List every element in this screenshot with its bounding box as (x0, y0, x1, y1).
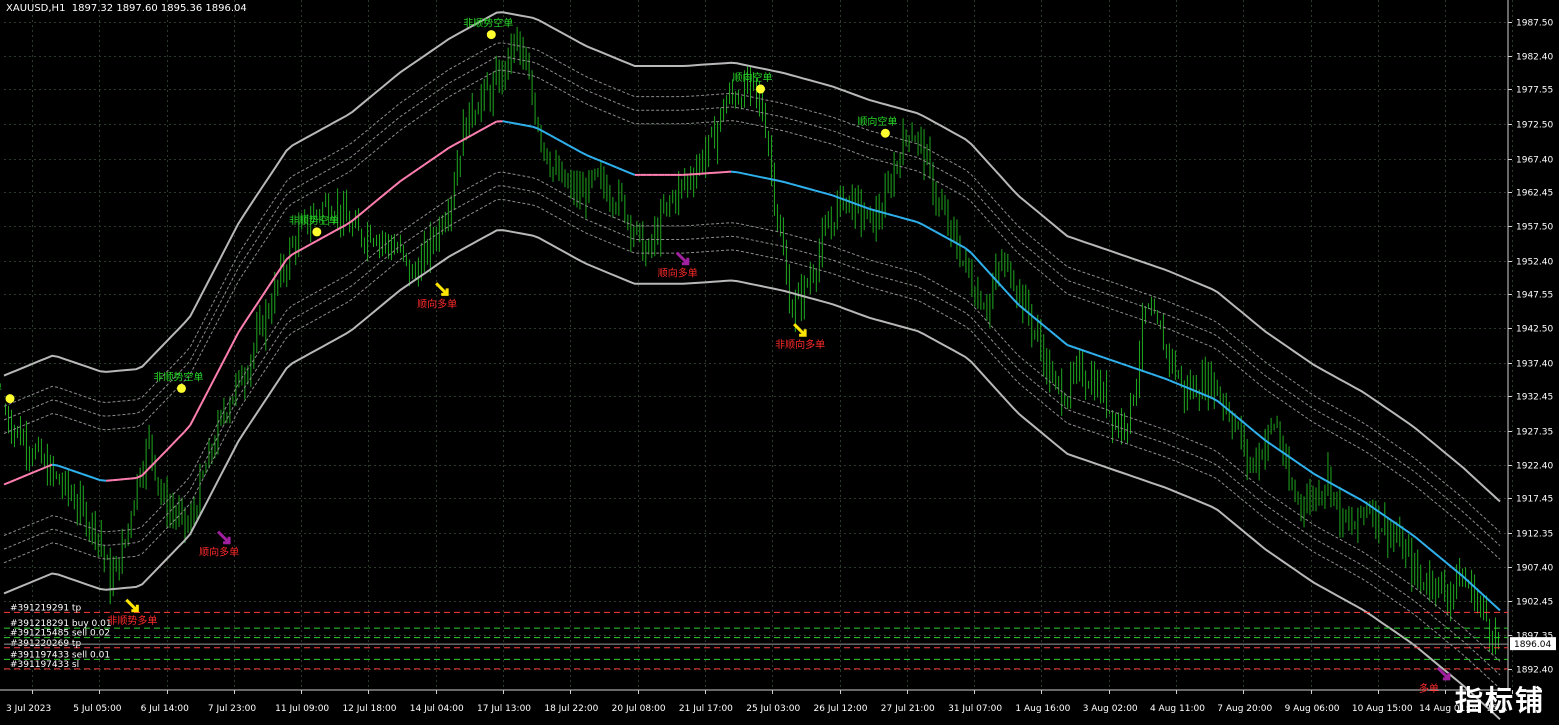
price-tick-label: 1927.35 (1516, 428, 1553, 438)
order-line-label: #391218291 buy 0.01 (10, 619, 112, 629)
sell-dot-icon (487, 30, 496, 39)
moving-average-segment (130, 478, 136, 479)
moving-average-segment (527, 126, 533, 127)
moving-average-segment (737, 172, 743, 173)
price-tick-label: 1977.55 (1516, 86, 1553, 96)
moving-average-segment (521, 125, 527, 126)
price-tick-label: 1962.45 (1516, 189, 1553, 199)
time-tick-label: 18 Jul 22:00 (544, 704, 598, 714)
price-tick-label: 1952.40 (1516, 258, 1553, 268)
time-tick-label: 11 Jul 09:00 (275, 704, 329, 714)
buy-signal-label: 非顺势多单 (107, 614, 157, 627)
time-tick-label: 26 Jul 12:00 (814, 704, 868, 714)
moving-average-segment (503, 121, 509, 122)
price-tick-label: 1972.50 (1516, 121, 1553, 131)
moving-average-segment (112, 480, 118, 481)
chart[interactable]: 1987.50 1982.40 1977.55 1972.50 1967.40 1962.… (0, 0, 1559, 721)
sell-dot-icon (881, 129, 890, 138)
time-tick-label: 12 Jul 18:00 (342, 704, 396, 714)
time-tick-label: 3 Aug 02:00 (1083, 704, 1138, 714)
price-tick-label: 1922.40 (1516, 462, 1553, 472)
buy-signal-label: 顺向多单 (199, 546, 239, 559)
order-line-label: #391197433 sl (10, 660, 79, 670)
time-tick-label: 14 Jul 04:00 (410, 704, 464, 714)
moving-average-segment (779, 181, 785, 182)
moving-average-segment (731, 172, 737, 173)
sell-signal-label: 非顺势空单 (153, 370, 203, 383)
time-tick-label: 25 Jul 03:00 (746, 704, 800, 714)
sell-signal-label: 非顺势空单 (289, 214, 339, 227)
buy-signal-label: 多单 (1419, 682, 1439, 695)
sell-signal-label: 非顺势空单 (463, 17, 513, 30)
order-line-label: #391219291 tp (10, 603, 81, 613)
price-tick-label: 1957.50 (1516, 223, 1553, 233)
sell-dot-icon (756, 85, 765, 94)
time-tick-label: 3 Jul 2023 (6, 704, 51, 714)
buy-signal-label: 非顺向多单 (775, 338, 825, 351)
time-tick-label: 17 Jul 13:00 (477, 704, 531, 714)
symbol-title: XAUUSD,H1 1897.32 1897.60 1895.36 1896.0… (6, 3, 247, 14)
price-tick-label: 1932.45 (1516, 393, 1553, 403)
price-tick-label: 1967.40 (1516, 156, 1553, 166)
time-tick-label: 1 Aug 16:00 (1015, 704, 1070, 714)
time-tick-label: 21 Jul 17:00 (679, 704, 733, 714)
time-tick-label: 4 Aug 11:00 (1150, 704, 1205, 714)
price-tick-label: 1947.55 (1516, 291, 1553, 301)
buy-signal-label: 顺向多单 (417, 297, 457, 310)
sell-dot-icon (312, 227, 321, 236)
time-tick-label: 10 Aug 15:00 (1352, 704, 1413, 714)
moving-average-segment (509, 122, 515, 123)
time-tick-label: 9 Aug 06:00 (1285, 704, 1340, 714)
buy-signal-label: 顺向多单 (658, 267, 698, 280)
moving-average-segment (100, 480, 106, 481)
time-tick-label: 20 Jul 08:00 (612, 704, 666, 714)
moving-average-segment (773, 180, 779, 181)
price-tick-label: 1892.40 (1516, 666, 1553, 676)
moving-average-segment (124, 479, 130, 480)
time-tick-label: 5 Jul 05:00 (73, 704, 122, 714)
price-tick-label: 1907.40 (1516, 564, 1553, 574)
moving-average-segment (767, 178, 773, 179)
sell-signal-label: 空单 (0, 381, 2, 394)
time-tick-label: 7 Jul 23:00 (208, 704, 257, 714)
moving-average-segment (118, 479, 124, 480)
time-tick-label: 7 Aug 20:00 (1217, 704, 1272, 714)
order-line-label: #391215485 sell 0.02 (10, 629, 110, 639)
moving-average-segment (52, 465, 58, 466)
moving-average-segment (761, 177, 767, 178)
price-tick-label: 1902.45 (1516, 598, 1553, 608)
moving-average-segment (515, 123, 521, 124)
watermark-logo: 指标铺 (1455, 679, 1545, 719)
moving-average-segment (743, 173, 749, 174)
price-tick-label: 1942.50 (1516, 325, 1553, 335)
time-tick-label: 27 Jul 21:00 (881, 704, 935, 714)
current-price-label: 1896.04 (1514, 640, 1551, 650)
price-tick-label: 1917.45 (1516, 495, 1553, 505)
order-line-label: #391197433 sell 0.01 (10, 650, 110, 660)
price-tick-label: 1987.50 (1516, 19, 1553, 29)
price-tick-label: 1912.35 (1516, 530, 1553, 540)
moving-average-segment (106, 480, 112, 481)
sell-signal-label: 顺向空单 (857, 115, 897, 128)
price-chart-svg[interactable]: 1987.50 1982.40 1977.55 1972.50 1967.40 1962.… (0, 0, 1559, 721)
sell-signal-label: 顺向空单 (733, 71, 773, 84)
moving-average-segment (749, 175, 755, 176)
price-tick-label: 1937.40 (1516, 360, 1553, 370)
moving-average-segment (755, 176, 761, 177)
price-tick-label: 1982.40 (1516, 53, 1553, 63)
time-tick-label: 31 Jul 07:00 (948, 704, 1002, 714)
sell-dot-icon (177, 384, 186, 393)
sell-dot-icon (6, 394, 15, 403)
time-tick-label: 6 Jul 14:00 (141, 704, 190, 714)
